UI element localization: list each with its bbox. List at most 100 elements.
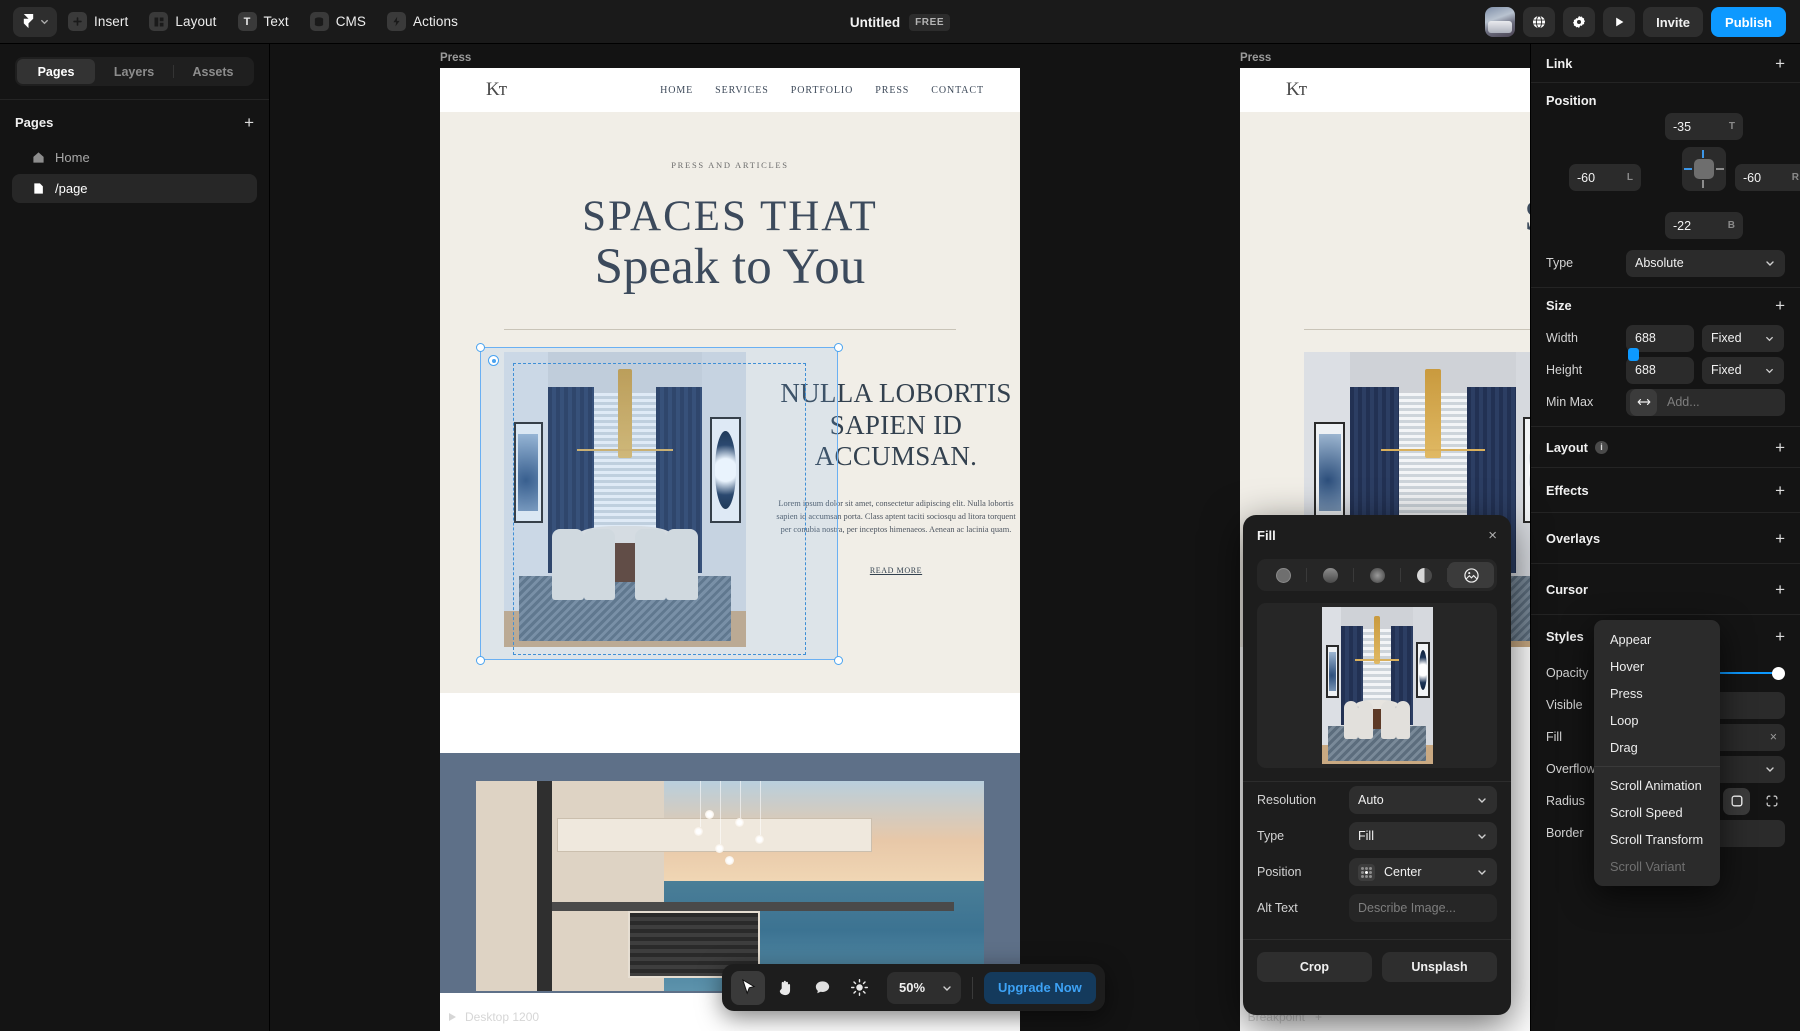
menu-text[interactable]: T Text <box>231 7 299 37</box>
theme-tool[interactable] <box>842 971 876 1005</box>
fill-resolution-select[interactable]: Auto <box>1349 786 1497 814</box>
comment-icon <box>813 978 832 997</box>
crop-button[interactable]: Crop <box>1257 952 1372 982</box>
add-size-button[interactable]: + <box>1775 297 1785 314</box>
add-link-button[interactable]: + <box>1775 55 1785 72</box>
position-bottom-field[interactable]: -22 B <box>1665 212 1743 239</box>
feature-image[interactable] <box>476 781 984 991</box>
nav-item-services[interactable]: SERVICES <box>715 85 769 96</box>
globe-button[interactable] <box>1523 7 1555 37</box>
image-fill-tab[interactable] <box>1448 562 1494 588</box>
nav-item-portfolio[interactable]: PORTFOLIO <box>791 85 854 96</box>
size-height-mode-select[interactable]: Fixed <box>1702 357 1784 384</box>
settings-button[interactable] <box>1563 7 1595 37</box>
menu-insert[interactable]: Insert <box>61 7 138 37</box>
info-icon[interactable]: i <box>1595 441 1608 454</box>
aspect-ratio-lock[interactable] <box>1625 327 1639 381</box>
add-page-button[interactable]: + <box>244 114 254 131</box>
chevron-down-icon <box>1764 257 1776 269</box>
position-type-select[interactable]: Absolute <box>1626 250 1785 277</box>
breakpoint-desktop-label[interactable]: Desktop 1200 <box>448 1010 539 1024</box>
effect-option-scroll-transform[interactable]: Scroll Transform <box>1594 826 1720 853</box>
cursor-tool[interactable] <box>731 971 765 1005</box>
linear-gradient-fill-tab[interactable] <box>1307 562 1353 588</box>
position-anchor-inner <box>1694 159 1714 179</box>
position-top-field[interactable]: -35 T <box>1665 113 1743 140</box>
framer-logo-button[interactable] <box>13 7 57 37</box>
page-item-home[interactable]: Home <box>12 143 257 172</box>
effect-option-drag[interactable]: Drag <box>1594 734 1720 761</box>
menu-layout[interactable]: Layout <box>142 7 226 37</box>
preview-button[interactable] <box>1603 7 1635 37</box>
canvas-frame-press-1[interactable]: Kт HOME SERVICES PORTFOLIO PRESS CONTACT… <box>440 68 1020 1031</box>
resize-handle-bottom-right[interactable] <box>834 656 843 665</box>
avatar[interactable] <box>1485 7 1515 37</box>
upgrade-now-button[interactable]: Upgrade Now <box>984 972 1096 1004</box>
solid-flat-fill-tab[interactable] <box>1260 562 1306 588</box>
page-item-page[interactable]: /page <box>12 174 257 203</box>
position-right-value: -60 <box>1743 171 1761 185</box>
article-image[interactable] <box>504 352 746 647</box>
styles-fill-clear-button[interactable]: × <box>1770 730 1777 744</box>
effect-option-hover[interactable]: Hover <box>1594 653 1720 680</box>
article-read-more-link[interactable]: READ MORE <box>870 566 922 575</box>
position-right-field[interactable]: -60 R <box>1735 164 1800 191</box>
unsplash-button[interactable]: Unsplash <box>1382 952 1497 982</box>
corner-radius-handle[interactable] <box>488 355 499 366</box>
position-section-header: Position <box>1531 83 1800 117</box>
effect-option-scroll-speed[interactable]: Scroll Speed <box>1594 799 1720 826</box>
size-width-row: Width 688 Fixed <box>1531 322 1800 354</box>
fill-position-value: Center <box>1384 865 1422 879</box>
radial-gradient-fill-tab[interactable] <box>1354 562 1400 588</box>
menu-cms[interactable]: CMS <box>303 7 376 37</box>
nav-item-home[interactable]: HOME <box>660 85 693 96</box>
zoom-select[interactable]: 50% <box>887 972 961 1004</box>
invite-button[interactable]: Invite <box>1643 7 1703 37</box>
position-grid-icon <box>1358 864 1375 881</box>
add-effect-button[interactable]: + <box>1775 482 1785 499</box>
frame-label-press-2[interactable]: Press <box>1240 52 1271 64</box>
fill-alt-text-placeholder: Describe Image... <box>1358 901 1456 915</box>
add-cursor-button[interactable]: + <box>1775 581 1785 598</box>
nav-item-contact[interactable]: CONTACT <box>931 85 984 96</box>
fill-position-select[interactable]: Center <box>1349 858 1497 886</box>
radius-uniform-button[interactable] <box>1723 788 1750 815</box>
conic-gradient-icon <box>1417 568 1432 583</box>
add-style-button[interactable]: + <box>1775 628 1785 645</box>
effect-option-loop[interactable]: Loop <box>1594 707 1720 734</box>
close-icon[interactable]: × <box>1488 528 1497 543</box>
article-row: NULLA LOBORTIS SAPIEN ID ACCUMSAN. Lorem… <box>440 330 1020 647</box>
radius-individual-button[interactable] <box>1758 788 1785 815</box>
size-width-mode-select[interactable]: Fixed <box>1702 325 1784 352</box>
publish-button[interactable]: Publish <box>1711 7 1786 37</box>
tab-pages[interactable]: Pages <box>17 59 95 84</box>
fill-image-preview[interactable] <box>1257 603 1497 768</box>
hand-tool[interactable] <box>768 971 802 1005</box>
position-left-field[interactable]: -60 L <box>1569 164 1641 191</box>
effect-option-appear[interactable]: Appear <box>1594 626 1720 653</box>
site-nav-menu: HOME SERVICES PORTFOLIO PRESS CONTACT <box>660 85 984 96</box>
resize-handle-top-left[interactable] <box>476 343 485 352</box>
tab-assets[interactable]: Assets <box>174 59 252 84</box>
anchor-tick-top <box>1702 150 1704 158</box>
top-toolbar: Insert Layout T Text <box>0 0 1800 44</box>
white-spacer-band <box>440 693 1020 753</box>
position-widget: -35 T -60 L -60 R -22 B <box>1531 119 1800 247</box>
tab-layers[interactable]: Layers <box>95 59 173 84</box>
resize-handle-top-right[interactable] <box>834 343 843 352</box>
fill-alt-text-input[interactable]: Describe Image... <box>1349 894 1497 922</box>
opacity-slider-knob[interactable] <box>1772 667 1785 680</box>
resize-handle-bottom-left[interactable] <box>476 656 485 665</box>
add-overlay-button[interactable]: + <box>1775 530 1785 547</box>
effect-option-press[interactable]: Press <box>1594 680 1720 707</box>
add-layout-button[interactable]: + <box>1775 439 1785 456</box>
comment-tool[interactable] <box>805 971 839 1005</box>
menu-actions[interactable]: Actions <box>380 7 468 37</box>
fill-popover-divider-2 <box>1243 939 1511 940</box>
size-minmax-input[interactable]: Add... <box>1626 389 1785 416</box>
effect-option-scroll-animation[interactable]: Scroll Animation <box>1594 772 1720 799</box>
conic-gradient-fill-tab[interactable] <box>1401 562 1447 588</box>
nav-item-press[interactable]: PRESS <box>875 85 909 96</box>
frame-label-press-1[interactable]: Press <box>440 52 471 64</box>
fill-type-select[interactable]: Fill <box>1349 822 1497 850</box>
